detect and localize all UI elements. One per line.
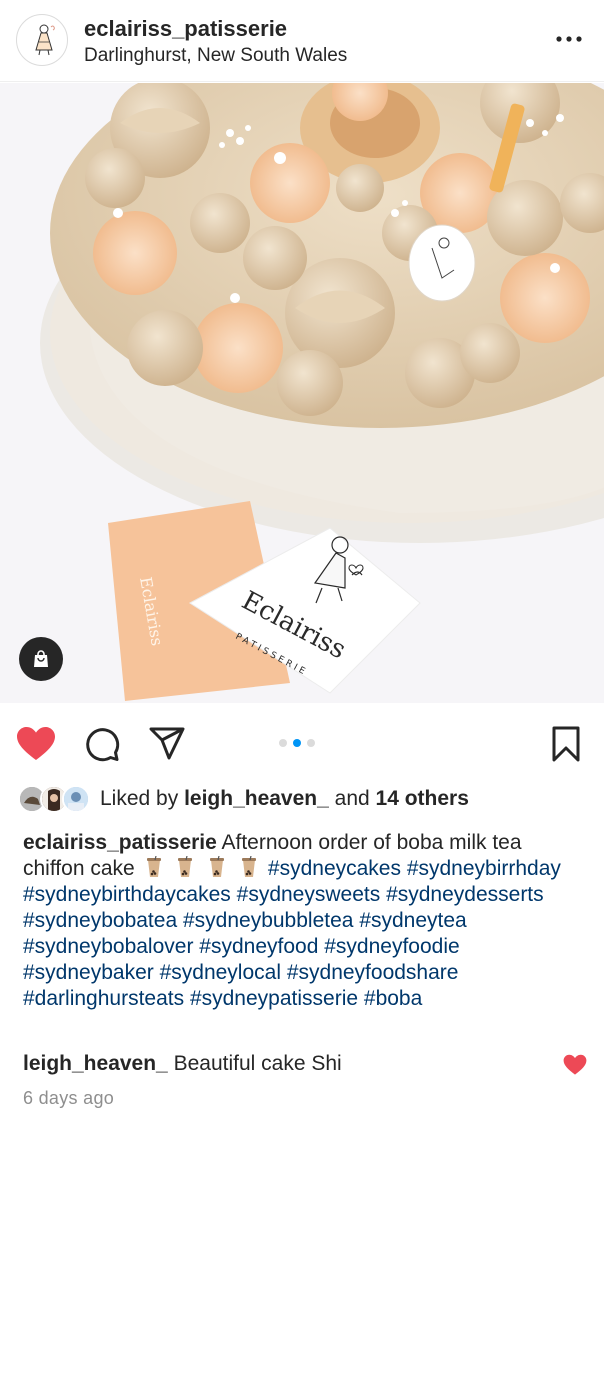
boba-tea-icon [178, 856, 193, 877]
bookmark-icon [552, 726, 580, 762]
heart-filled-icon [17, 727, 55, 760]
caption-username[interactable]: eclairiss_patisserie [23, 831, 217, 854]
boba-tea-emojis [141, 856, 268, 880]
shop-tag-button[interactable] [19, 637, 63, 681]
hashtag-link[interactable]: #sydneypatisserie [190, 987, 358, 1010]
patisserie-logo-icon [35, 24, 55, 56]
share-button[interactable] [146, 724, 188, 764]
hashtag-link[interactable]: #sydneytea [359, 909, 466, 932]
post-header: eclairiss_patisserie Darlinghurst, New S… [0, 0, 604, 82]
boba-tea-icon [210, 856, 225, 877]
carousel-dot [279, 739, 287, 747]
post-caption: eclairiss_patisserie Afternoon order of … [23, 830, 588, 1012]
hashtag-link[interactable]: #sydneydesserts [386, 883, 544, 906]
comment-username[interactable]: leigh_heaven_ [23, 1052, 168, 1075]
action-bar [0, 704, 604, 782]
comment-like-button[interactable] [563, 1054, 587, 1076]
comment-bubble-icon [86, 728, 120, 762]
carousel-dot-active [293, 739, 301, 747]
post-username[interactable]: eclairiss_patisserie [84, 16, 287, 42]
profile-avatar[interactable] [16, 14, 68, 66]
hashtag-link[interactable]: #sydneyfood [199, 935, 318, 958]
hashtag-link[interactable]: #sydneyfoodie [324, 935, 459, 958]
save-button[interactable] [546, 724, 586, 764]
comment-row: leigh_heaven_ Beautiful cake Shi [23, 1050, 563, 1078]
hashtag-link[interactable]: #sydneybaker [23, 961, 154, 984]
like-button[interactable] [14, 724, 58, 764]
liker-avatar [62, 785, 90, 813]
hashtag-link[interactable]: #sydneybobalover [23, 935, 193, 958]
hashtag-link[interactable]: #sydneylocal [160, 961, 281, 984]
post-timestamp: 6 days ago [23, 1088, 115, 1108]
hashtag-link[interactable]: #sydneysweets [237, 883, 381, 906]
paper-plane-icon [149, 727, 185, 760]
hashtag-link[interactable]: #sydneybirthdaycakes [23, 883, 231, 906]
hashtag-link[interactable]: #sydneybobatea [23, 909, 177, 932]
comment-button[interactable] [82, 724, 122, 764]
more-dots-icon [556, 36, 582, 42]
carousel-indicator [279, 739, 315, 747]
cake-photo-image: Eclairiss Eclairiss PATISSERIE [0, 83, 604, 703]
likes-row: Liked by leigh_heaven_ and 14 others [18, 784, 588, 814]
likes-summary[interactable]: Liked by leigh_heaven_ and 14 others [100, 787, 469, 811]
post-location[interactable]: Darlinghurst, New South Wales [84, 45, 347, 67]
likes-prefix: Liked by [100, 787, 179, 810]
hashtag-link[interactable]: #sydneycakes [268, 857, 401, 880]
hashtag-link[interactable]: #sydneybirrhday [407, 857, 561, 880]
post-photo[interactable]: Eclairiss Eclairiss PATISSERIE [0, 83, 604, 703]
hashtag-link[interactable]: #sydneybubbletea [183, 909, 353, 932]
likes-conjunction: and [334, 787, 370, 810]
comment-text: Beautiful cake Shi [173, 1052, 342, 1075]
more-options-button[interactable] [552, 28, 586, 50]
hashtag-link[interactable]: #sydneyfoodshare [287, 961, 459, 984]
liker-avatars[interactable] [18, 784, 94, 814]
heart-filled-icon [563, 1054, 587, 1075]
carousel-dot [307, 739, 315, 747]
shopping-bag-icon [34, 650, 48, 667]
likes-user[interactable]: leigh_heaven_ [184, 787, 329, 810]
boba-tea-icon [146, 856, 161, 877]
boba-tea-icon [242, 856, 257, 877]
hashtag-link[interactable]: #boba [364, 987, 422, 1010]
hashtag-link[interactable]: #darlinghursteats [23, 987, 184, 1010]
likes-others[interactable]: 14 others [376, 787, 469, 810]
